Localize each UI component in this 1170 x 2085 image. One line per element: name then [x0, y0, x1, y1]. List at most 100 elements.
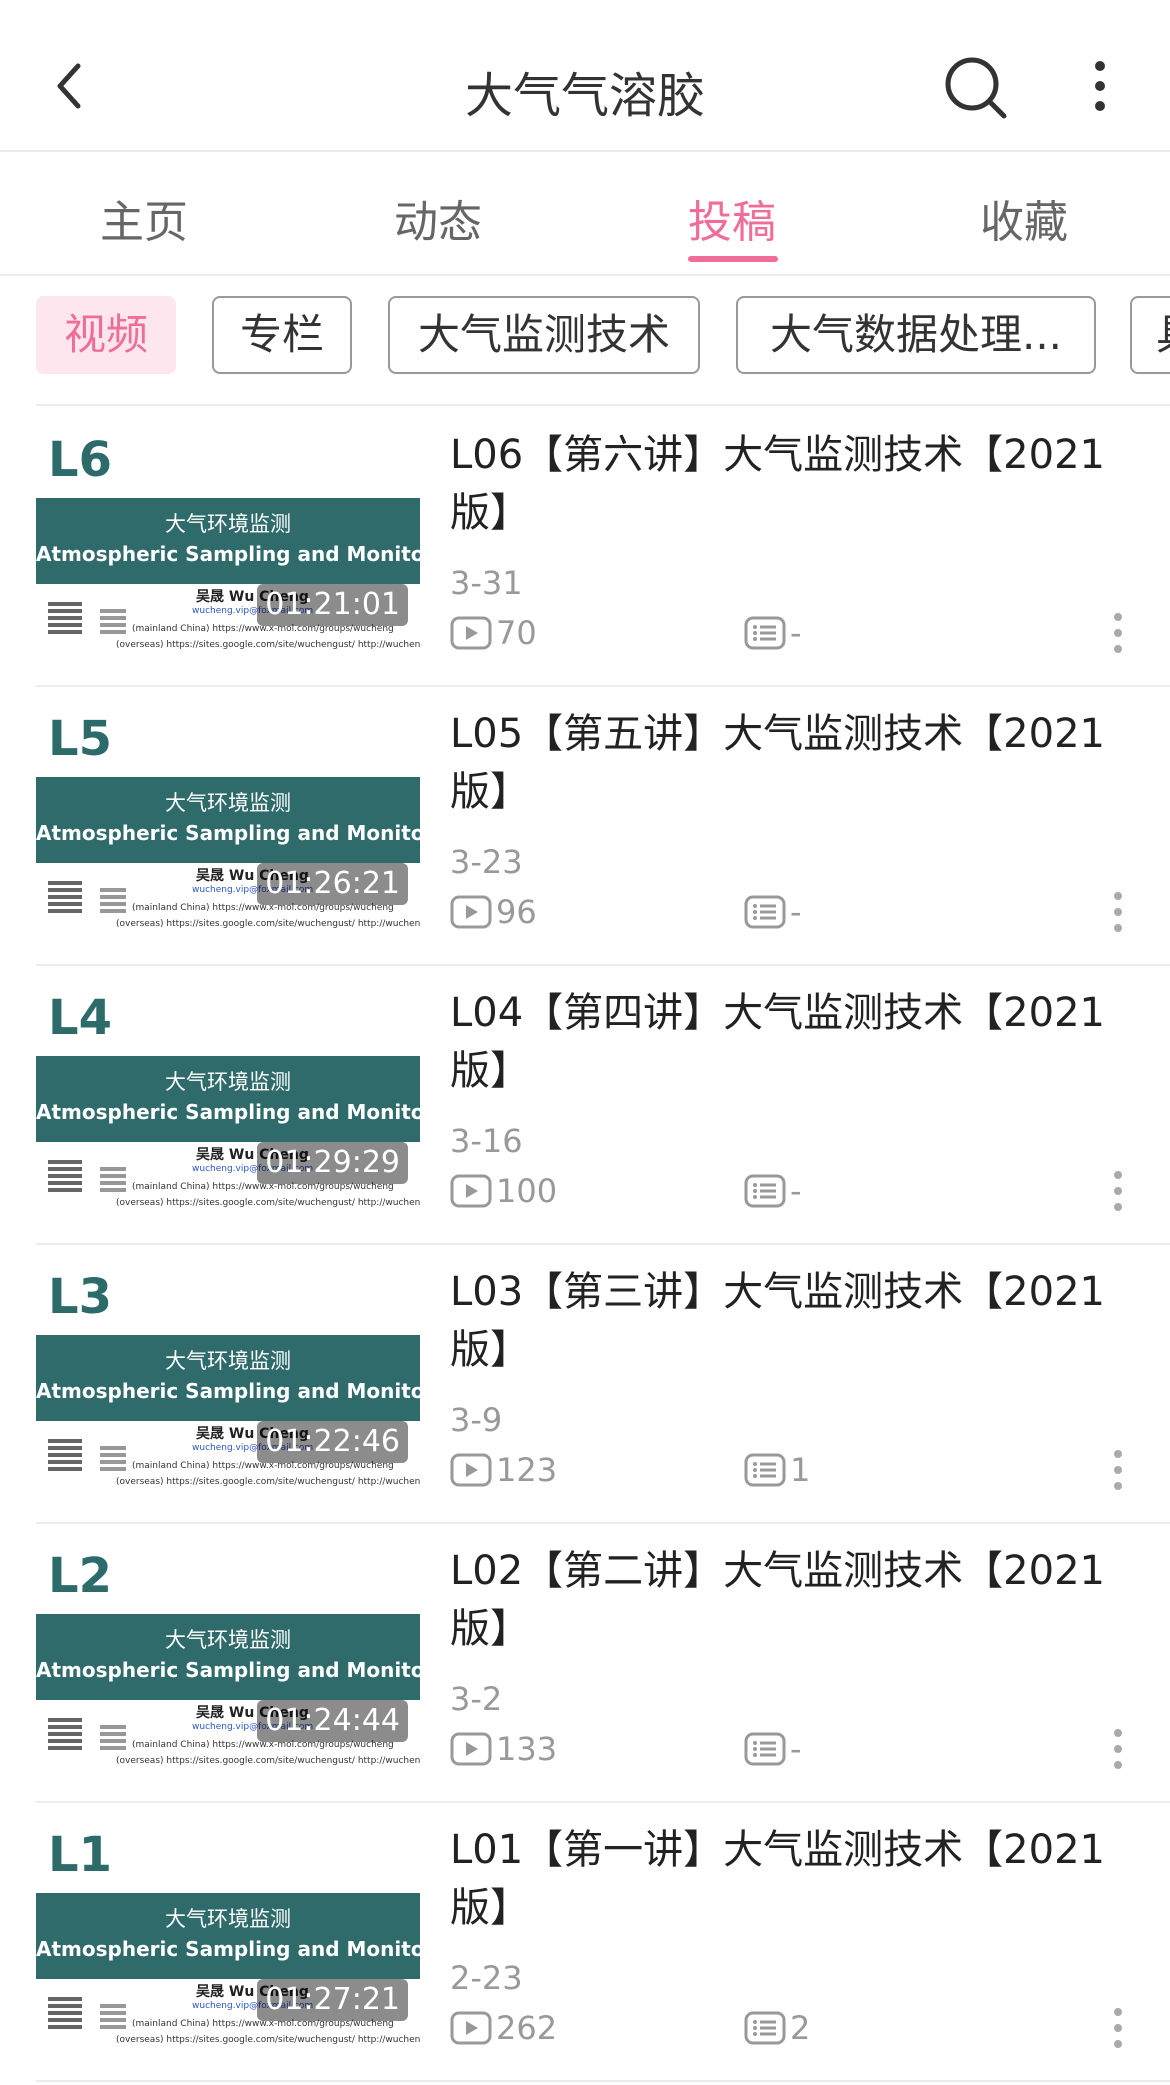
tab-submissions[interactable]: 投稿 [632, 186, 832, 250]
chip-column[interactable]: 专栏 [212, 296, 352, 374]
thumbnail-title-cn: 大气环境监测 [165, 791, 291, 815]
thumbnail-lecture-tag: L4 [48, 990, 112, 1046]
video-title[interactable]: L04【第四讲】大气监测技术【2021版】 [450, 984, 1150, 1100]
video-thumbnail[interactable]: L1 大气环境监测 Atmospheric Sampling and Monit… [36, 1823, 420, 2063]
thumbnail-title-en: Atmospheric Sampling and Monitoring [36, 1379, 420, 1403]
upload-date: 3-9 [450, 1401, 503, 1439]
more-vertical-icon [1114, 1450, 1122, 1490]
chip-more[interactable]: 具 [1130, 296, 1170, 374]
video-thumbnail[interactable]: L4 大气环境监测 Atmospheric Sampling and Monit… [36, 986, 420, 1226]
play-count-value: 133 [496, 1730, 558, 1768]
thumbnail-lecture-tag: L2 [48, 1548, 112, 1604]
chip-atmos-data[interactable]: 大气数据处理... [736, 296, 1096, 374]
item-more-button[interactable] [1106, 1726, 1130, 1772]
play-count: 70 [450, 612, 537, 654]
qr-code-image [48, 600, 82, 634]
play-count-icon [450, 1174, 492, 1208]
profile-tabs: 主页 动态 投稿 收藏 [0, 152, 1170, 276]
thumbnail-title-cn: 大气环境监测 [165, 1349, 291, 1373]
thumbnail-title-band: 大气环境监测 Atmospheric Sampling and Monitori… [36, 1614, 420, 1700]
tab-favorites[interactable]: 收藏 [924, 186, 1124, 250]
video-thumbnail[interactable]: L5 大气环境监测 Atmospheric Sampling and Monit… [36, 707, 420, 947]
comment-count-value: - [790, 893, 802, 931]
video-list-item[interactable]: L5 大气环境监测 Atmospheric Sampling and Monit… [36, 687, 1170, 966]
play-count: 100 [450, 1170, 557, 1212]
play-count-value: 123 [496, 1451, 558, 1489]
more-vertical-icon [1114, 613, 1122, 653]
qr-code-image [100, 1724, 126, 1750]
item-more-button[interactable] [1106, 610, 1130, 656]
comment-count-value: - [790, 1730, 802, 1768]
play-count-icon [450, 616, 492, 650]
tab-dynamics[interactable]: 动态 [338, 186, 538, 250]
comment-count: - [744, 891, 802, 933]
more-vertical-icon [1114, 1729, 1122, 1769]
video-title[interactable]: L02【第二讲】大气监测技术【2021版】 [450, 1542, 1150, 1658]
play-count: 133 [450, 1728, 557, 1770]
item-more-button[interactable] [1106, 1168, 1130, 1214]
video-duration: 01:24:44 [257, 1700, 408, 1742]
video-thumbnail[interactable]: L2 大气环境监测 Atmospheric Sampling and Monit… [36, 1544, 420, 1784]
thumbnail-lecture-tag: L5 [48, 711, 112, 767]
thumbnail-title-band: 大气环境监测 Atmospheric Sampling and Monitori… [36, 777, 420, 863]
video-list-item[interactable]: L3 大气环境监测 Atmospheric Sampling and Monit… [36, 1245, 1170, 1524]
qr-code-image [48, 1716, 82, 1750]
video-title[interactable]: L06【第六讲】大气监测技术【2021版】 [450, 426, 1150, 542]
thumbnail-title-band: 大气环境监测 Atmospheric Sampling and Monitori… [36, 1893, 420, 1979]
video-thumbnail[interactable]: L6 大气环境监测 Atmospheric Sampling and Monit… [36, 428, 420, 668]
more-options-button[interactable] [1080, 54, 1120, 124]
chip-video[interactable]: 视频 [36, 296, 176, 374]
upload-date: 3-2 [450, 1680, 503, 1718]
play-count-value: 262 [496, 2009, 558, 2047]
comment-icon [744, 1732, 786, 1766]
thumbnail-title-band: 大气环境监测 Atmospheric Sampling and Monitori… [36, 498, 420, 584]
qr-code-image [48, 1158, 82, 1192]
thumbnail-title-en: Atmospheric Sampling and Monitoring [36, 1658, 420, 1682]
thumbnail-link: (overseas) https://sites.google.com/site… [116, 640, 420, 650]
comment-count: 2 [744, 2007, 810, 2049]
search-button[interactable] [940, 52, 1010, 122]
chip-atmos-monitoring[interactable]: 大气监测技术 [388, 296, 700, 374]
comment-count-value: - [790, 1172, 802, 1210]
video-list: L6 大气环境监测 Atmospheric Sampling and Monit… [36, 408, 1170, 2082]
thumbnail-title-cn: 大气环境监测 [165, 1628, 291, 1652]
tab-home[interactable]: 主页 [44, 186, 244, 250]
video-duration: 01:26:21 [257, 863, 408, 905]
comment-count-value: 2 [790, 2009, 811, 2047]
filter-chips: 视频 专栏 大气监测技术 大气数据处理... 具 [36, 276, 1170, 406]
thumbnail-title-band: 大气环境监测 Atmospheric Sampling and Monitori… [36, 1335, 420, 1421]
video-duration: 01:21:01 [257, 584, 408, 626]
upload-date: 2-23 [450, 1959, 523, 1997]
qr-code-image [100, 1445, 126, 1471]
qr-code-image [48, 1995, 82, 2029]
video-duration: 01:22:46 [257, 1421, 408, 1463]
qr-code-image [48, 879, 82, 913]
video-title[interactable]: L05【第五讲】大气监测技术【2021版】 [450, 705, 1150, 821]
video-list-item[interactable]: L6 大气环境监测 Atmospheric Sampling and Monit… [36, 408, 1170, 687]
upload-date: 3-23 [450, 843, 523, 881]
comment-count-value: - [790, 614, 802, 652]
video-thumbnail[interactable]: L3 大气环境监测 Atmospheric Sampling and Monit… [36, 1265, 420, 1505]
video-list-item[interactable]: L1 大气环境监测 Atmospheric Sampling and Monit… [36, 1803, 1170, 2082]
video-title[interactable]: L01【第一讲】大气监测技术【2021版】 [450, 1821, 1150, 1937]
video-list-item[interactable]: L2 大气环境监测 Atmospheric Sampling and Monit… [36, 1524, 1170, 1803]
video-duration: 01:29:29 [257, 1142, 408, 1184]
thumbnail-link: (overseas) https://sites.google.com/site… [116, 919, 420, 929]
thumbnail-lecture-tag: L1 [48, 1827, 112, 1883]
video-title[interactable]: L03【第三讲】大气监测技术【2021版】 [450, 1263, 1150, 1379]
item-more-button[interactable] [1106, 889, 1130, 935]
comment-icon [744, 616, 786, 650]
comment-count: 1 [744, 1449, 810, 1491]
qr-code-image [100, 1166, 126, 1192]
video-list-item[interactable]: L4 大气环境监测 Atmospheric Sampling and Monit… [36, 966, 1170, 1245]
upload-date: 3-16 [450, 1122, 523, 1160]
play-count: 123 [450, 1449, 557, 1491]
thumbnail-title-en: Atmospheric Sampling and Monitoring [36, 1937, 420, 1961]
item-more-button[interactable] [1106, 1447, 1130, 1493]
play-count-icon [450, 895, 492, 929]
qr-code-image [100, 887, 126, 913]
play-count: 262 [450, 2007, 557, 2049]
thumbnail-link: (overseas) https://sites.google.com/site… [116, 1756, 420, 1766]
video-duration: 01:27:21 [257, 1979, 408, 2021]
item-more-button[interactable] [1106, 2005, 1130, 2051]
